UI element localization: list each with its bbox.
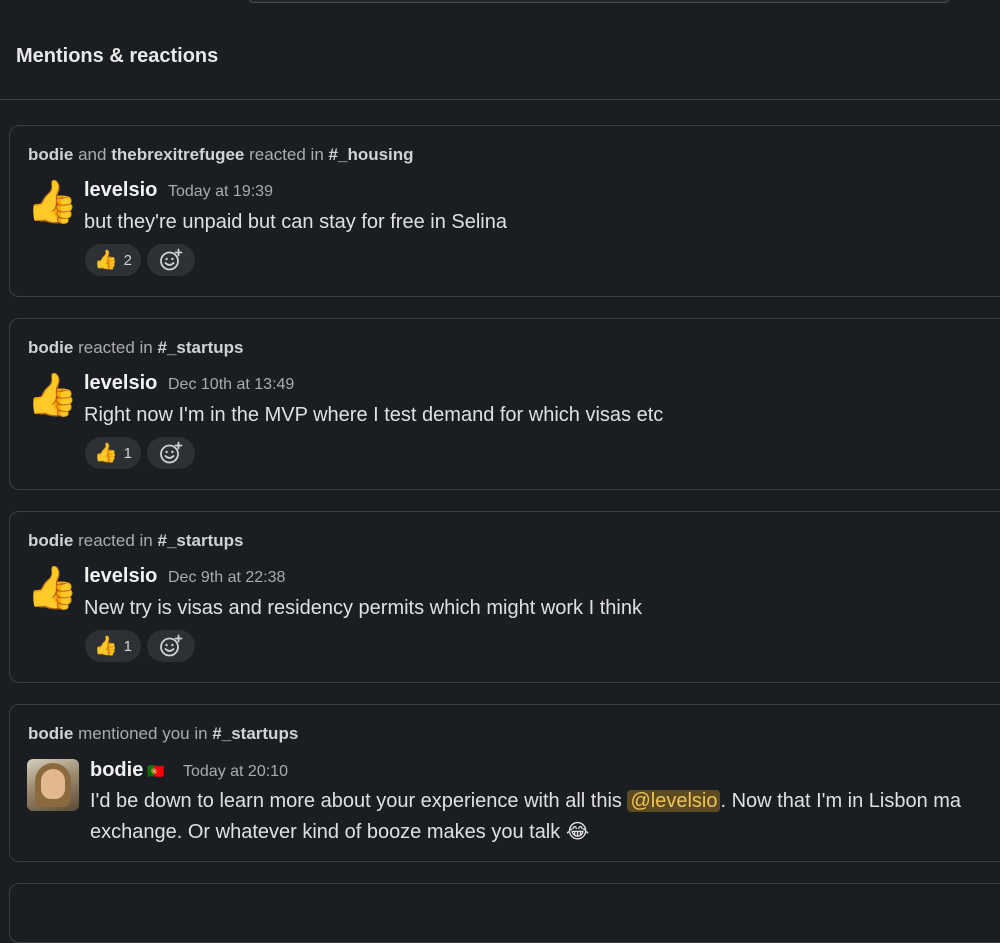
message-text: New try is visas and residency permits w…: [84, 597, 642, 619]
message-author[interactable]: levelsio: [84, 565, 157, 588]
activity-item[interactable]: [9, 883, 1000, 943]
activity-context: bodie mentioned you in #_startups: [28, 724, 299, 743]
page-header: Mentions & reactions: [0, 12, 1000, 100]
thumbs-up-icon: 👍: [94, 250, 118, 271]
add-reaction-icon: [160, 634, 183, 657]
activity-item[interactable]: bodie mentioned you in #_startups bodie 🇵…: [9, 704, 1000, 862]
message-timestamp[interactable]: Dec 10th at 13:49: [168, 376, 294, 394]
channel-link[interactable]: #_housing: [329, 145, 414, 164]
channel-link[interactable]: #_startups: [157, 338, 243, 357]
message-text-line-2: exchange. Or whatever kind of booze make…: [90, 821, 590, 843]
thumbs-up-icon: 👍: [94, 636, 118, 657]
reaction-pill[interactable]: 👍 1: [85, 437, 142, 469]
avatar[interactable]: [27, 759, 79, 811]
thumbs-up-icon: 👍: [26, 178, 79, 225]
reactor-name[interactable]: bodie: [28, 338, 73, 357]
activity-item[interactable]: bodie reacted in #_startups 👍 levelsio D…: [9, 511, 1000, 683]
add-reaction-icon: [160, 248, 183, 271]
add-reaction-button[interactable]: [147, 244, 195, 276]
top-bar: [0, 0, 1000, 12]
page-title: Mentions & reactions: [16, 45, 219, 67]
add-reaction-icon: [160, 441, 183, 464]
reaction-count: 1: [123, 444, 133, 462]
activity-context: bodie reacted in #_startups: [28, 531, 244, 550]
message-timestamp[interactable]: Today at 19:39: [168, 183, 273, 201]
message-author[interactable]: levelsio: [84, 372, 157, 395]
add-reaction-button[interactable]: [147, 630, 195, 662]
laughing-emoji-icon: 😂: [565, 821, 590, 843]
reaction-count: 2: [123, 251, 133, 269]
thumbs-up-icon: 👍: [26, 371, 79, 418]
message-timestamp[interactable]: Today at 20:10: [183, 763, 288, 781]
message-timestamp[interactable]: Dec 9th at 22:38: [168, 569, 285, 587]
activity-item[interactable]: bodie reacted in #_startups 👍 levelsio D…: [9, 318, 1000, 490]
portugal-flag-icon: 🇵🇹: [147, 763, 165, 779]
message-text: I'd be down to learn more about your exp…: [90, 790, 962, 812]
message-text: Right now I'm in the MVP where I test de…: [84, 404, 664, 426]
message-author[interactable]: bodie 🇵🇹: [90, 759, 165, 782]
reactor-name[interactable]: bodie: [28, 531, 73, 550]
channel-link[interactable]: #_startups: [157, 531, 243, 550]
search-input[interactable]: [248, 0, 950, 3]
activity-context: bodie and thebrexitrefugee reacted in #_…: [28, 145, 414, 164]
reactor-name[interactable]: thebrexitrefugee: [111, 145, 244, 164]
channel-link[interactable]: #_startups: [212, 724, 298, 743]
activity-item[interactable]: bodie and thebrexitrefugee reacted in #_…: [9, 125, 1000, 297]
reaction-count: 1: [123, 637, 133, 655]
reaction-pill[interactable]: 👍 2: [85, 244, 142, 276]
user-mention[interactable]: @levelsio: [627, 790, 721, 812]
mentioner-name[interactable]: bodie: [28, 724, 73, 743]
add-reaction-button[interactable]: [147, 437, 195, 469]
message-author[interactable]: levelsio: [84, 179, 157, 202]
reactor-name[interactable]: bodie: [28, 145, 73, 164]
reaction-pill[interactable]: 👍 1: [85, 630, 142, 662]
thumbs-up-icon: 👍: [26, 564, 79, 611]
message-text: but they're unpaid but can stay for free…: [84, 211, 507, 233]
activity-context: bodie reacted in #_startups: [28, 338, 244, 357]
thumbs-up-icon: 👍: [94, 443, 118, 464]
